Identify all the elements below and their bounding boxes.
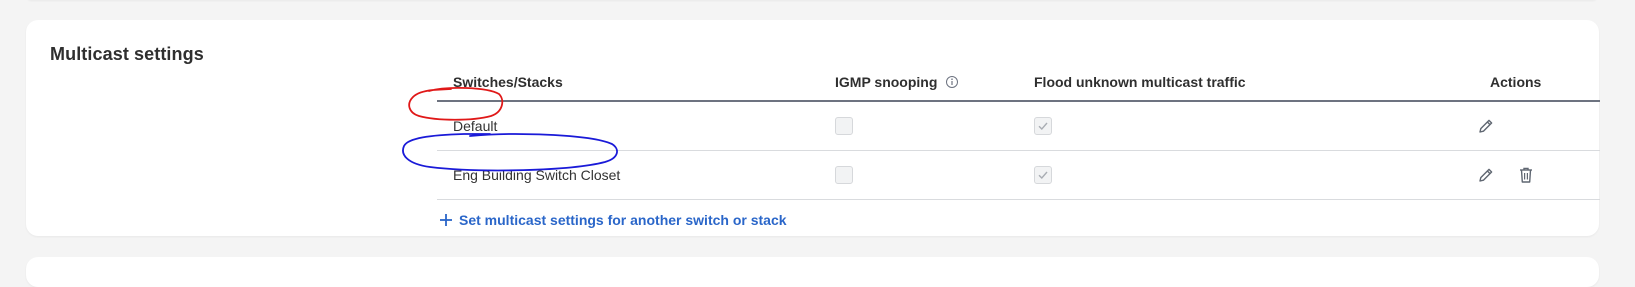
flood-unknown-checkbox[interactable] [1034, 166, 1052, 184]
igmp-snooping-checkbox[interactable] [835, 117, 853, 135]
next-card [26, 257, 1599, 287]
column-header-actions: Actions [1490, 74, 1542, 90]
edit-icon[interactable] [1476, 116, 1496, 136]
switch-name: Eng Building Switch Closet [453, 167, 621, 183]
plus-icon [440, 214, 452, 226]
multicast-settings-card: Multicast settings Switches/Stacks IGMP … [26, 20, 1600, 236]
column-header-switches: Switches/Stacks [453, 74, 563, 90]
add-link-label: Set multicast settings for another switc… [459, 212, 787, 228]
table-header: Switches/Stacks IGMP snooping Flood unkn… [437, 58, 1600, 102]
table-row: Default [437, 102, 1600, 151]
info-icon[interactable] [945, 75, 959, 89]
igmp-snooping-checkbox[interactable] [835, 166, 853, 184]
column-header-igmp: IGMP snooping [835, 74, 959, 90]
switch-name: Default [453, 118, 498, 134]
multicast-table: Switches/Stacks IGMP snooping Flood unkn… [437, 58, 1600, 228]
trash-icon[interactable] [1516, 165, 1536, 185]
section-title: Multicast settings [50, 44, 204, 64]
check-icon [1038, 171, 1048, 180]
column-header-igmp-label: IGMP snooping [835, 74, 938, 90]
add-multicast-settings-link[interactable]: Set multicast settings for another switc… [439, 212, 1600, 228]
column-header-flood: Flood unknown multicast traffic [1034, 74, 1246, 90]
flood-unknown-checkbox[interactable] [1034, 117, 1052, 135]
edit-icon[interactable] [1476, 165, 1496, 185]
check-icon [1038, 122, 1048, 131]
table-row: Eng Building Switch Closet [437, 151, 1600, 200]
